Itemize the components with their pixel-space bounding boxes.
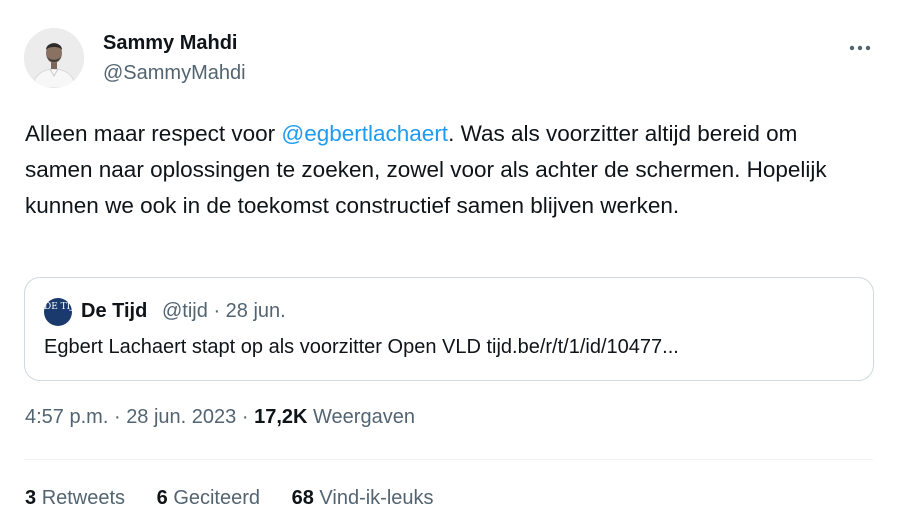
tweet-time[interactable]: 4:57 p.m.: [25, 406, 108, 428]
retweets-count: 3: [25, 487, 37, 509]
tweet-card: Sammy Mahdi @SammyMahdi Alleen maar resp…: [0, 0, 901, 529]
views-count: 17,2K: [254, 406, 308, 428]
views-label: Weergaven: [313, 406, 415, 428]
meta-separator: ·: [241, 406, 249, 428]
tweet-text: Alleen maar respect voor @egbertlachaert…: [25, 116, 855, 224]
avatar-image: [24, 28, 84, 88]
quoted-separator: ·: [213, 300, 221, 322]
likes-stat[interactable]: 68 Vind-ik-leuks: [292, 487, 434, 510]
quoted-author-handle: @tijd: [162, 300, 208, 322]
tweet-stats: 3 Retweets 6 Geciteerd 68 Vind-ik-leuks: [25, 487, 460, 510]
likes-label: Vind-ik-leuks: [319, 487, 434, 509]
quoted-meta: @tijd · 28 jun.: [162, 300, 286, 323]
mention-link[interactable]: @egbertlachaert: [281, 121, 448, 146]
avatar[interactable]: [24, 28, 84, 88]
author-name[interactable]: Sammy Mahdi: [103, 32, 237, 55]
tweet-header: Sammy Mahdi @SammyMahdi: [24, 28, 876, 92]
divider: [24, 459, 873, 460]
quoted-date: 28 jun.: [225, 300, 286, 322]
more-horizontal-icon: [849, 45, 871, 51]
tweet-text-before: Alleen maar respect voor: [25, 121, 282, 146]
quotes-label: Geciteerd: [173, 487, 261, 509]
quoted-author-name: De Tijd: [81, 300, 148, 322]
retweets-stat[interactable]: 3 Retweets: [25, 487, 125, 510]
quoted-tweet[interactable]: DE TIJD De Tijd @tijd · 28 jun. Egbert L…: [24, 277, 874, 381]
quotes-count: 6: [156, 487, 168, 509]
quoted-text: Egbert Lachaert stapt op als voorzitter …: [44, 336, 679, 358]
more-options-button[interactable]: [846, 34, 874, 62]
quotes-stat[interactable]: 6 Geciteerd: [157, 487, 260, 510]
tweet-date[interactable]: 28 jun. 2023: [126, 406, 236, 428]
tweet-meta: 4:57 p.m. · 28 jun. 2023 · 17,2K Weergav…: [25, 406, 415, 429]
meta-separator: ·: [113, 406, 121, 428]
likes-count: 68: [291, 487, 314, 509]
quoted-avatar-logo: DE TIJD: [44, 298, 81, 326]
retweets-label: Retweets: [41, 487, 126, 509]
author-handle[interactable]: @SammyMahdi: [103, 62, 246, 85]
